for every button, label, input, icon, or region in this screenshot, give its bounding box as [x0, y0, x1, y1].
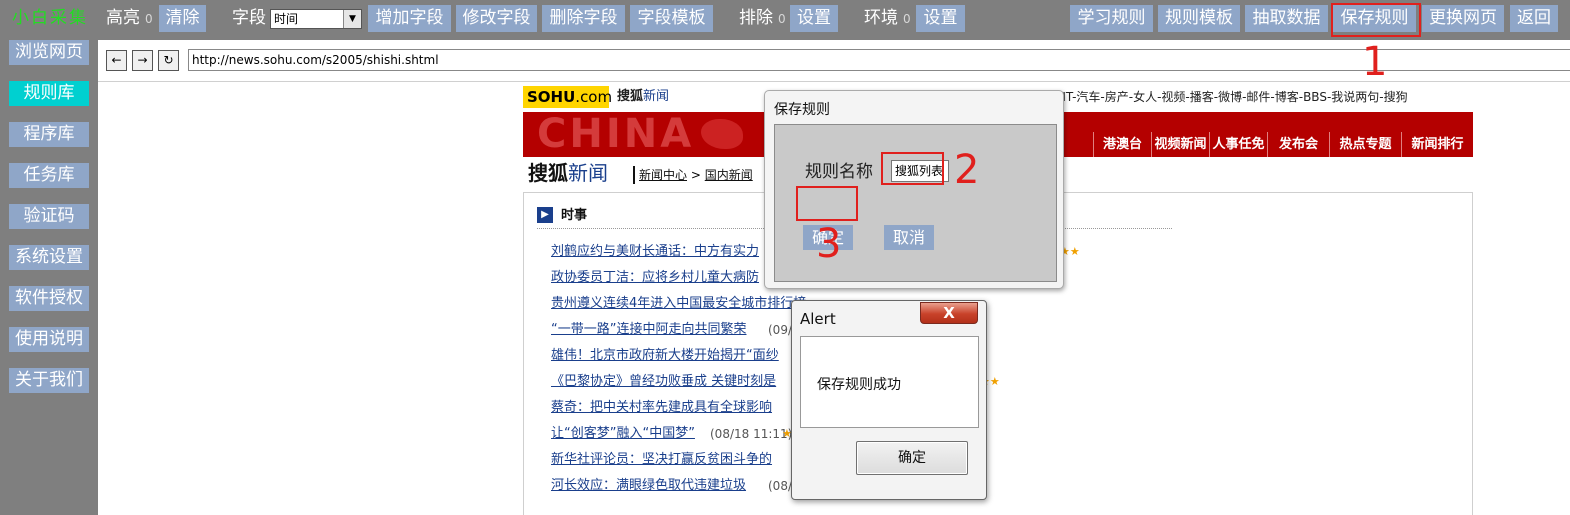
environment-label: 环境 [864, 8, 898, 28]
page-heading: 搜狐新闻 [528, 160, 608, 186]
add-field-button[interactable]: 增加字段 [368, 5, 451, 32]
banner-tab[interactable]: 人事任免 [1209, 132, 1267, 157]
banner-text: CHINA [537, 111, 695, 157]
news-date: (09/ [768, 323, 792, 337]
annotation-step-2: 2 [954, 147, 980, 193]
breadcrumb-separator: > [690, 168, 701, 182]
news-link[interactable]: 雄伟！北京市政府新大楼开始揭开“面纱 [551, 346, 779, 366]
annotation-box-confirm [796, 186, 858, 221]
forward-arrow-icon[interactable]: → [132, 50, 153, 71]
close-icon[interactable]: X [920, 302, 978, 324]
back-button[interactable]: 返回 [1510, 5, 1558, 32]
environment-settings-button[interactable]: 设置 [916, 5, 965, 32]
sohu-logo[interactable]: SOHU.com [523, 86, 613, 108]
news-link[interactable]: 让“创客梦”融入“中国梦” [551, 424, 695, 444]
news-date: (08/ [768, 479, 792, 493]
alert-dialog: Alert X 保存规则成功 确定 [791, 300, 987, 500]
field-label: 字段 [232, 8, 266, 28]
extract-data-button[interactable]: 抽取数据 [1245, 5, 1328, 32]
annotation-step-3: 3 [816, 221, 842, 267]
change-page-button[interactable]: 更换网页 [1422, 5, 1504, 32]
exclude-settings-button[interactable]: 设置 [790, 5, 838, 32]
news-link[interactable]: 蔡奇：把中关村率先建成具有全球影响 [551, 398, 772, 418]
sohu-news-link[interactable]: 搜狐新闻 [617, 86, 669, 108]
cancel-button[interactable]: 取消 [884, 225, 934, 250]
news-link[interactable]: 政协委员丁洁：应将乡村儿童大病防 [551, 268, 759, 288]
back-arrow-icon[interactable]: ← [106, 50, 127, 71]
address-bar: ← → ↻ http://news.sohu.com/s2005/shishi.… [98, 40, 1570, 82]
delete-field-button[interactable]: 删除字段 [542, 5, 625, 32]
banner-tab[interactable]: 视频新闻 [1151, 132, 1209, 157]
annotation-box-rule-name [881, 152, 944, 185]
sidebar-item-rule-library[interactable]: 规则库 [9, 81, 89, 106]
sidebar-item-task-library[interactable]: 任务库 [9, 163, 89, 188]
breadcrumb-domestic[interactable]: 国内新闻 [705, 168, 753, 182]
highlight-count: 0 [145, 12, 153, 26]
alert-body: 保存规则成功 [800, 336, 979, 428]
news-link[interactable]: 《巴黎协定》曾经功败垂成 关键时刻是 [551, 372, 776, 392]
highlight-label: 高亮 [106, 8, 140, 28]
banner-tab[interactable]: 港澳台 [1093, 132, 1151, 157]
exclude-label: 排除 [739, 8, 773, 28]
field-select[interactable]: 时间 ▼ [270, 9, 362, 29]
section-title: 时事 [561, 208, 588, 223]
top-nav[interactable]: -IT-汽车-房产-女人-视频-播客-微博-邮件-博客-BBS-我说两句-搜狗 [1058, 86, 1408, 108]
clear-button[interactable]: 清除 [159, 5, 206, 32]
alert-title: Alert [800, 310, 836, 328]
logo-text: SOHU [527, 88, 576, 106]
app-title: 小白采集 [12, 8, 88, 28]
sidebar-item-settings[interactable]: 系统设置 [9, 245, 89, 270]
sidebar-item-captcha[interactable]: 验证码 [9, 204, 89, 229]
banner-tab[interactable]: 发布会 [1267, 132, 1329, 157]
heading-suffix: 新闻 [568, 161, 608, 185]
alert-message: 保存规则成功 [817, 377, 901, 393]
sidebar-item-program-library[interactable]: 程序库 [9, 122, 89, 147]
banner-tab[interactable]: 热点专题 [1329, 132, 1401, 157]
china-map-icon [701, 119, 743, 149]
rule-template-button[interactable]: 规则模板 [1158, 5, 1240, 32]
environment-count: 0 [903, 12, 911, 26]
annotation-step-1: 1 [1362, 39, 1388, 85]
arrow-right-icon: ▶ [537, 207, 553, 223]
news-link[interactable]: 新华社评论员：坚决打赢反贫困斗争的 [551, 450, 772, 470]
dialog-title: 保存规则 [774, 102, 830, 118]
news-link[interactable]: 刘鹤应约与美财长通话：中方有实力 [551, 242, 759, 262]
annotation-box-save-rule [1331, 3, 1421, 37]
news-date: (08/18 11:11) [710, 427, 793, 441]
refresh-icon[interactable]: ↻ [158, 50, 179, 71]
learn-rule-button[interactable]: 学习规则 [1070, 5, 1153, 32]
heading-prefix: 搜狐 [528, 161, 568, 185]
field-select-value: 时间 [274, 12, 299, 26]
sidebar-item-license[interactable]: 软件授权 [9, 286, 89, 311]
news-link[interactable]: 河长效应：满眼绿色取代违建垃圾 [551, 476, 746, 496]
brand-news: 新闻 [643, 89, 670, 104]
banner-tab[interactable]: 新闻排行 [1401, 132, 1473, 157]
sidebar-item-browse[interactable]: 浏览网页 [9, 40, 89, 65]
rule-name-label: 规则名称 [805, 162, 873, 182]
chevron-down-icon[interactable]: ▼ [343, 10, 361, 28]
field-template-button[interactable]: 字段模板 [630, 5, 713, 32]
breadcrumb-news-center[interactable]: 新闻中心 [639, 168, 687, 182]
edit-field-button[interactable]: 修改字段 [456, 5, 537, 32]
sidebar: 浏览网页 规则库 程序库 任务库 验证码 系统设置 软件授权 使用说明 关于我们 [0, 40, 98, 515]
breadcrumb: 新闻中心 > 国内新闻 [633, 166, 753, 184]
logo-suffix: .com [575, 88, 613, 106]
sidebar-item-manual[interactable]: 使用说明 [9, 327, 89, 352]
exclude-count: 0 [778, 12, 786, 26]
brand-prefix: 搜狐 [617, 89, 644, 104]
sidebar-item-about[interactable]: 关于我们 [9, 368, 89, 393]
alert-ok-button[interactable]: 确定 [856, 441, 968, 475]
news-link[interactable]: 贵州遵义连续4年进入中国最安全城市排行榜 [551, 294, 806, 314]
news-link[interactable]: “一带一路”连接中阿走向共同繁荣 [551, 320, 746, 340]
